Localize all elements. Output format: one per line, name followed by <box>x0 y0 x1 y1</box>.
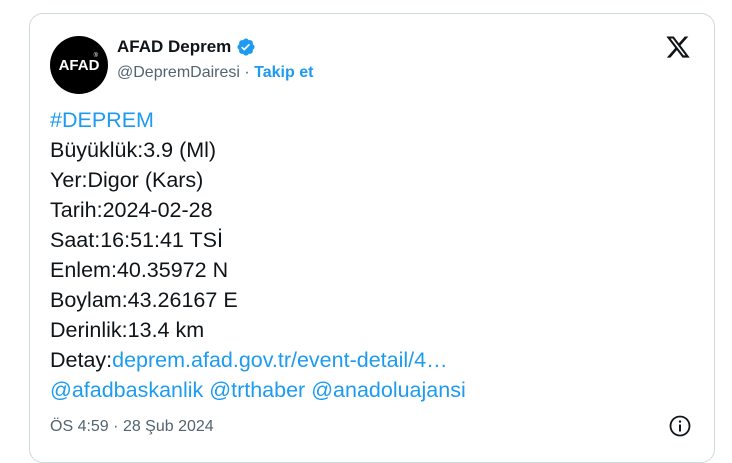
line-value: 43.26167 E <box>127 288 238 312</box>
line-value: 16:51:41 TSİ <box>100 228 223 252</box>
line-value: 3.9 (Ml) <box>143 138 217 162</box>
line-label: Büyüklük: <box>50 138 144 162</box>
detail-label: Detay: <box>50 348 113 372</box>
info-icon[interactable] <box>668 414 692 438</box>
mention-link[interactable]: @trthaber <box>209 378 305 402</box>
detail-link[interactable]: deprem.afad.gov.tr/event-detail/4… <box>112 348 447 372</box>
tweet-line-location: Yer:Digor (Kars) <box>50 165 466 195</box>
tweet-line-latitude: Enlem:40.35972 N <box>50 255 466 285</box>
tweet-line-date: Tarih:2024-02-28 <box>50 195 466 225</box>
hashtag-link[interactable]: #DEPREM <box>50 108 154 132</box>
tweet-time: ÖS 4:59 <box>50 418 109 435</box>
author-handle[interactable]: @DepremDairesi <box>117 64 240 81</box>
tweet-card[interactable]: AFAD ® AFAD Deprem @DepremDairesi · Taki… <box>29 13 715 463</box>
tweet-timestamp[interactable]: ÖS 4:59 · 28 Şub 2024 <box>50 418 214 436</box>
tweet-line-depth: Derinlik:13.4 km <box>50 315 466 345</box>
line-value: 40.35972 N <box>116 258 229 282</box>
tweet-line-longitude: Boylam:43.26167 E <box>50 285 466 315</box>
author-display-name[interactable]: AFAD Deprem <box>117 37 231 57</box>
line-label: Saat: <box>50 228 101 252</box>
author-handle-row: @DepremDairesi · Takip et <box>117 64 313 82</box>
handle-separator: · <box>244 64 250 81</box>
line-value: Digor (Kars) <box>87 168 204 192</box>
tweet-line-detail: Detay:deprem.afad.gov.tr/event-detail/4… <box>50 345 466 375</box>
author-name-row: AFAD Deprem <box>117 37 256 57</box>
line-label: Boylam: <box>50 288 128 312</box>
line-label: Yer: <box>50 168 88 192</box>
avatar-registered-mark: ® <box>93 53 98 59</box>
tweet-body: #DEPREM Büyüklük:3.9 (Ml) Yer:Digor (Kar… <box>50 105 466 405</box>
follow-button[interactable]: Takip et <box>254 64 313 81</box>
line-value: 13.4 km <box>127 318 205 342</box>
mention-link[interactable]: @anadoluajansi <box>311 378 466 402</box>
line-value: 2024-02-28 <box>102 198 213 222</box>
line-label: Enlem: <box>50 258 117 282</box>
mention-link[interactable]: @afadbaskanlik <box>50 378 203 402</box>
line-label: Tarih: <box>50 198 103 222</box>
line-label: Derinlik: <box>50 318 128 342</box>
timestamp-separator: · <box>113 418 119 435</box>
verified-badge-icon <box>237 38 255 56</box>
avatar-logo-text: AFAD <box>58 56 100 74</box>
tweet-line-time: Saat:16:51:41 TSİ <box>50 225 466 255</box>
tweet-line-magnitude: Büyüklük:3.9 (Ml) <box>50 135 466 165</box>
tweet-mentions: @afadbaskanlik @trthaber @anadoluajansi <box>50 375 466 405</box>
avatar[interactable]: AFAD ® <box>50 36 108 94</box>
x-logo-icon[interactable] <box>664 34 692 60</box>
tweet-date: 28 Şub 2024 <box>122 418 214 435</box>
